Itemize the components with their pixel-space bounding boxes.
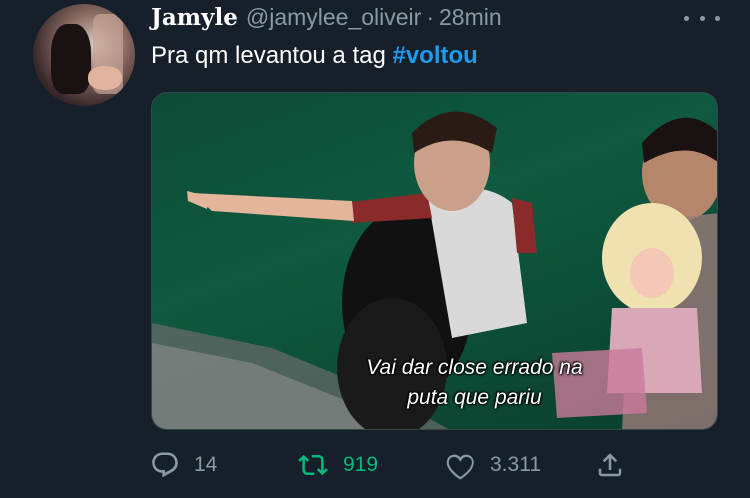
display-name[interactable]: Jamyle — [151, 4, 238, 31]
avatar-shape — [88, 66, 122, 90]
retweet-button[interactable]: 919 — [297, 448, 378, 482]
separator-dot: · — [426, 4, 434, 30]
reply-count: 14 — [194, 453, 218, 476]
retweet-count: 919 — [343, 453, 379, 476]
share-button[interactable] — [595, 448, 625, 482]
heart-icon — [446, 454, 474, 480]
timestamp[interactable]: 28min — [439, 4, 502, 31]
tweet-header: Jamyle @jamylee_oliveir · 28min — [151, 4, 502, 34]
reply-icon — [152, 452, 178, 478]
user-handle[interactable]: @jamylee_oliveir — [246, 4, 421, 31]
share-icon — [598, 453, 622, 477]
more-dot — [715, 15, 720, 21]
like-count: 3.311 — [490, 453, 541, 476]
avatar-shape — [51, 24, 91, 94]
more-icon[interactable] — [684, 8, 720, 28]
like-button[interactable]: 3.311 — [446, 448, 541, 482]
tweet: Jamyle @jamylee_oliveir · 28min Pra qm l… — [0, 0, 750, 498]
media-caption-line2: puta que pariu — [407, 386, 542, 409]
hashtag-link[interactable]: #voltou — [392, 42, 477, 69]
retweet-icon — [298, 454, 328, 476]
tweet-body: Pra qm levantou a tag — [151, 42, 393, 69]
avatar[interactable] — [33, 4, 135, 106]
media-caption-line1: Vai dar close errado na — [366, 356, 583, 379]
more-dot — [684, 15, 689, 21]
tweet-media[interactable]: Vai dar close errado na puta que pariu — [151, 92, 718, 430]
tweet-text: Pra qm levantou a tag #voltou — [151, 42, 478, 70]
more-dot — [699, 15, 705, 21]
action-bar: 14 919 3.311 — [150, 448, 630, 482]
reply-button[interactable]: 14 — [150, 448, 217, 482]
